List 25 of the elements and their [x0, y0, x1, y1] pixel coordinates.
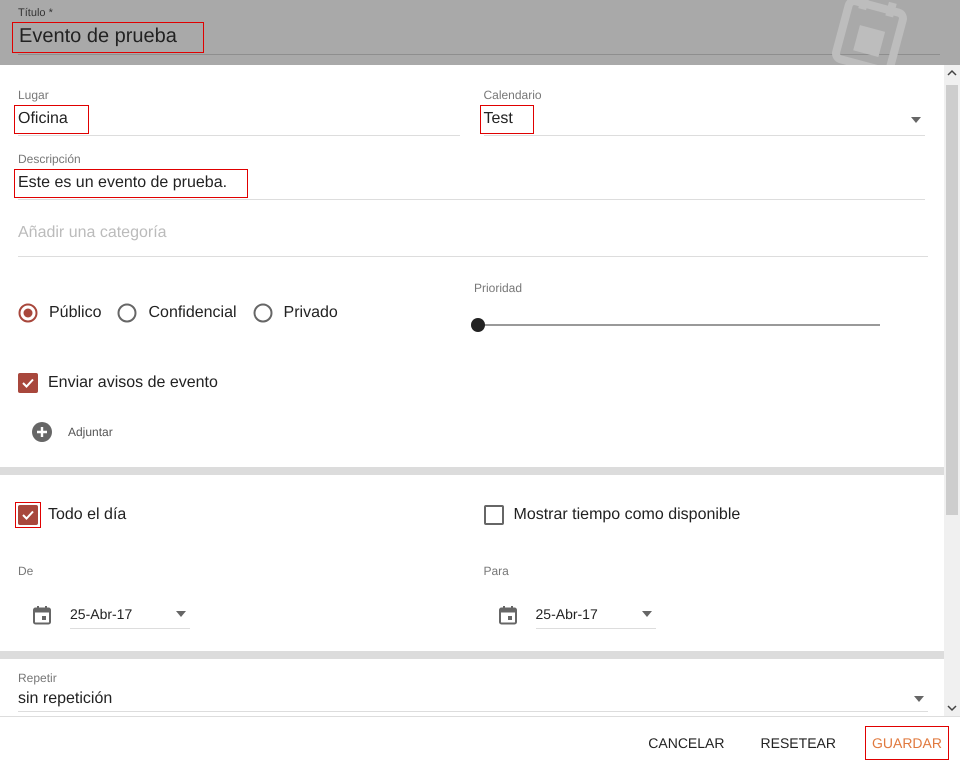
title-field[interactable]: Evento de prueba [13, 23, 203, 52]
input-field[interactable]: Este es un evento de prueba. [15, 170, 248, 197]
field-label: Prioridad [474, 281, 522, 295]
input-field[interactable]: Oficina [15, 106, 88, 133]
radio-button[interactable]: Privado [252, 303, 338, 323]
checkbox[interactable]: Todo el día [18, 505, 126, 525]
radio-button[interactable]: Confidencial [117, 303, 237, 323]
date-select[interactable]: 25-Abr-17 [70, 600, 190, 629]
text-button[interactable]: RESETEAR [754, 727, 842, 759]
select-field[interactable]: Test [480, 106, 533, 133]
select-field[interactable]: sin repetición [15, 689, 132, 709]
text-button[interactable]: CANCELAR [642, 727, 731, 759]
field-label: Para [484, 564, 509, 578]
field-label: Descripción [18, 152, 81, 166]
category-field[interactable]: Añadir una categoría [18, 224, 928, 242]
field-label: Repetir [18, 671, 57, 685]
date-select[interactable]: 25-Abr-17 [536, 600, 656, 629]
field-label: De [18, 564, 34, 578]
checkbox[interactable]: Mostrar tiempo como disponible [484, 505, 740, 525]
checkbox[interactable]: Enviar avisos de evento [18, 373, 218, 393]
radio-button[interactable]: Público [18, 303, 102, 323]
field-label: Lugar [18, 88, 49, 102]
attach-button[interactable]: Adjuntar [32, 422, 113, 442]
field-label: Título * [18, 7, 53, 19]
field-label: Calendario [484, 88, 542, 102]
